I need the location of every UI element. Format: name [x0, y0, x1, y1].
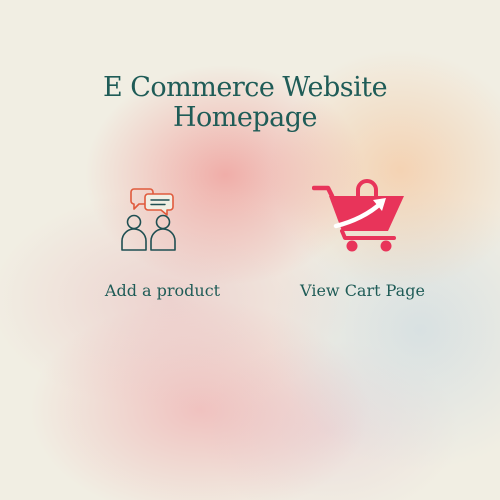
page-title: E Commerce Website Homepage — [0, 73, 490, 133]
add-product-label: Add a product — [104, 281, 221, 300]
people-chat-icon — [121, 188, 176, 251]
page-title-line-1: E Commerce Website — [102, 72, 388, 103]
page-title-line-2: Homepage — [172, 102, 318, 133]
view-cart-link[interactable]: View Cart Page — [280, 176, 445, 305]
view-cart-label: View Cart Page — [300, 281, 425, 300]
shopping-cart-icon — [312, 179, 404, 252]
add-product-link[interactable]: Add a product — [90, 180, 235, 305]
homepage: E Commerce Website Homepage Add a produc… — [0, 0, 500, 500]
